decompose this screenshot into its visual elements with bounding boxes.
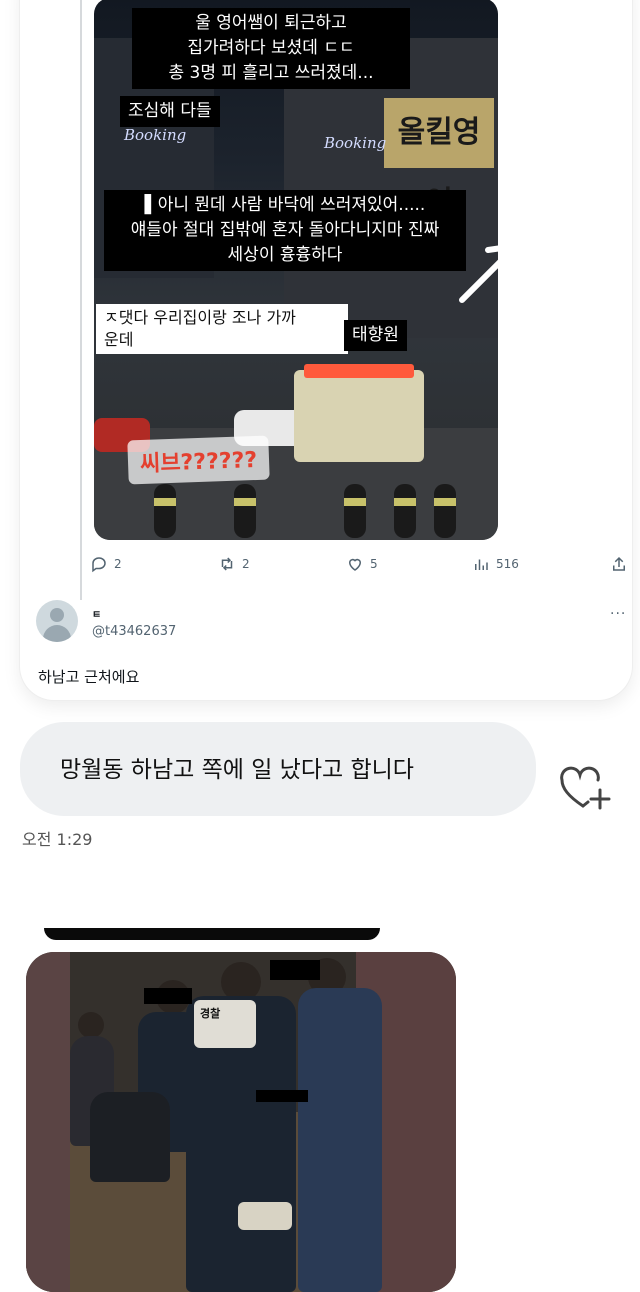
kneeling-officer (90, 1092, 170, 1182)
incident-photo[interactable] (26, 952, 456, 1292)
reply-author-handle[interactable]: @t43462637 (92, 624, 176, 639)
retweet-action[interactable]: 2 (218, 555, 250, 573)
thread-line (80, 0, 82, 600)
reply-count: 2 (114, 557, 122, 571)
story-sticker: 씨브?????? (127, 435, 270, 485)
like-count: 5 (370, 557, 378, 571)
views-icon (475, 559, 488, 570)
neon-sign-right: Booking (324, 134, 387, 152)
censor-bar (144, 988, 192, 1004)
share-action[interactable] (610, 555, 628, 573)
tweet-actions: 2 2 5 516 (90, 555, 630, 579)
bystander-head (78, 1012, 104, 1038)
avatar[interactable] (36, 600, 78, 642)
arrow-icon (459, 245, 498, 303)
ambulance-lights (304, 364, 414, 378)
phone-bezel (44, 928, 380, 940)
bollard (234, 484, 256, 538)
bollard (434, 484, 456, 538)
like-icon (348, 558, 362, 571)
message-time: 오전 1:29 (22, 830, 93, 849)
story-caption-1: 울 영어쌤이 퇴근하고 집가려하다 보셨데 ㄷㄷ 총 3명 피 흘리고 쓰러졌데… (132, 8, 410, 89)
censor-bar (270, 960, 320, 980)
views-action[interactable]: 516 (472, 555, 519, 573)
share-icon (613, 556, 625, 571)
story-image[interactable]: 올킬영어 Booking Booking 울 영어쌤이 퇴근하고 집가려하다 보… (94, 0, 498, 540)
ambulance (294, 370, 424, 462)
police-officer-right (298, 988, 382, 1292)
more-options-icon[interactable]: ··· (610, 606, 626, 622)
views-count: 516 (496, 557, 519, 571)
reply-author-name[interactable]: ㅌ (92, 606, 101, 621)
reply-text: 하남고 근처에요 (38, 668, 140, 686)
academy-sign: 올킬영어 (384, 98, 494, 220)
injured-person (238, 1202, 292, 1230)
police-vest-label: 경찰 (197, 1006, 224, 1021)
story-caption-4: ㅈ댓다 우리집이랑 조나 가까 운데 (96, 304, 348, 354)
censor-bar (256, 1090, 308, 1102)
message-text: 망월동 하남고 쪽에 일 났다고 합니다 (60, 757, 414, 783)
like-action[interactable]: 5 (346, 555, 378, 573)
story-caption-2: 조심해 다들 (120, 96, 220, 127)
reply-action[interactable]: 2 (90, 555, 122, 573)
bollard (394, 484, 416, 538)
neon-sign-left: Booking (124, 126, 187, 144)
retweet-icon (221, 557, 233, 571)
heart-plus-icon[interactable] (558, 766, 612, 812)
tweet-card: 올킬영어 Booking Booking 울 영어쌤이 퇴근하고 집가려하다 보… (20, 0, 632, 700)
bollard (344, 484, 366, 538)
story-caption-3: ▌아니 뭔데 사람 바닥에 쓰러져있어..... 얘들아 절대 집밖에 혼자 돌… (104, 190, 466, 271)
retweet-count: 2 (242, 557, 250, 571)
story-tag: 태향원 (344, 320, 407, 351)
bollard (154, 484, 176, 538)
reply-icon (92, 557, 106, 573)
photo-pillar (26, 952, 70, 1292)
